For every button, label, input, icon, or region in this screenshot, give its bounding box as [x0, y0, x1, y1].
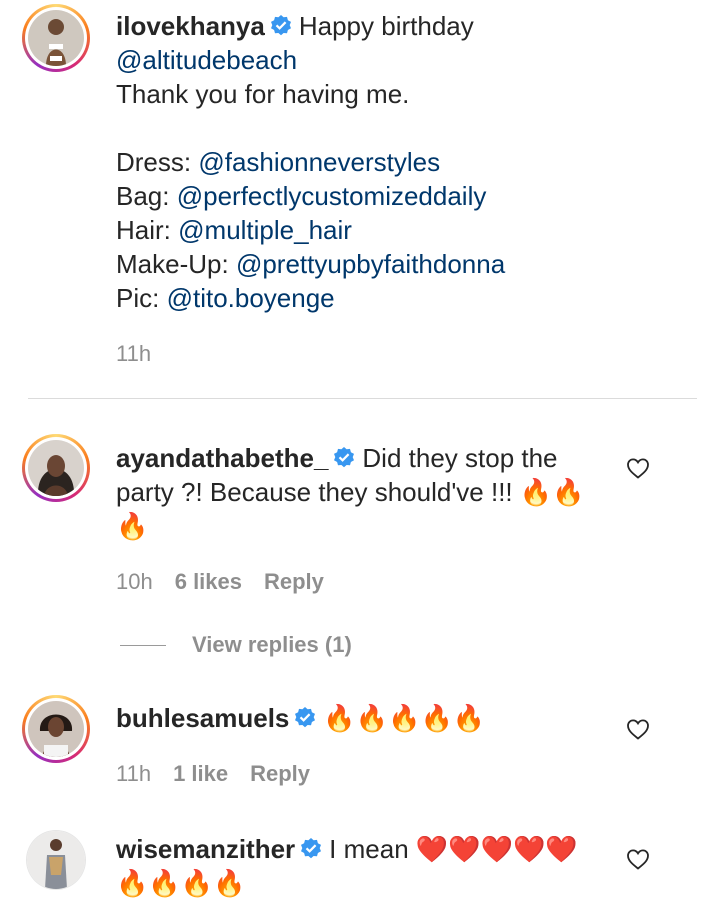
- reply-button[interactable]: Reply: [264, 569, 324, 595]
- reply-button[interactable]: Reply: [250, 761, 310, 787]
- mention-fashionneverstyles[interactable]: @fashionneverstyles: [198, 147, 440, 177]
- username-buhlesamuels[interactable]: buhlesamuels: [116, 703, 289, 733]
- comment-body: buhlesamuels 🔥🔥🔥🔥🔥: [116, 701, 616, 735]
- comment-text: I mean ❤️❤️❤️❤️❤️: [329, 834, 578, 864]
- mention-altitudebeach[interactable]: @altitudebeach: [116, 45, 297, 75]
- avatar-buhlesamuels[interactable]: [22, 695, 90, 763]
- verified-badge-icon: [295, 707, 316, 728]
- mention-tito-boyenge[interactable]: @tito.boyenge: [167, 283, 335, 313]
- timestamp: 10h: [116, 569, 153, 594]
- avatar-ilovekhanya[interactable]: [22, 4, 90, 72]
- replies-line: [120, 644, 166, 646]
- credit-line: Bag: @perfectlycustomizeddaily: [116, 181, 487, 211]
- comment-body: wisemanzither I mean ❤️❤️❤️❤️❤️ 🔥🔥🔥🔥: [116, 832, 616, 900]
- username-ayandathabethe[interactable]: ayandathabethe_: [116, 443, 328, 473]
- mention-multiple-hair[interactable]: @multiple_hair: [178, 215, 352, 245]
- mention-prettyupbyfaithdonna[interactable]: @prettyupbyfaithdonna: [236, 249, 505, 279]
- likes-count[interactable]: 1 like: [173, 761, 228, 787]
- caption-line: Thank you for having me.: [116, 79, 410, 109]
- verified-badge-icon: [301, 838, 322, 859]
- verified-badge-icon: [270, 15, 291, 36]
- caption-text: Happy birthday: [298, 11, 474, 41]
- verified-badge-icon: [334, 447, 355, 468]
- credit-line: Pic: @tito.boyenge: [116, 283, 335, 313]
- comment-text-continued: 🔥: [116, 511, 149, 541]
- divider: [28, 398, 697, 399]
- view-replies-button[interactable]: View replies (1): [120, 632, 352, 658]
- timestamp: 11h: [116, 341, 152, 366]
- credit-line: Hair: @multiple_hair: [116, 215, 352, 245]
- likes-count[interactable]: 6 likes: [175, 569, 242, 595]
- post-meta: 11h: [116, 341, 151, 367]
- timestamp: 11h: [116, 761, 152, 786]
- mention-perfectlycustomizeddaily[interactable]: @perfectlycustomizeddaily: [177, 181, 487, 211]
- avatar-wisemanzither[interactable]: [26, 830, 86, 890]
- username-ilovekhanya[interactable]: ilovekhanya: [116, 11, 265, 41]
- comment-text: 🔥🔥🔥🔥🔥: [323, 703, 486, 733]
- credit-line: Make-Up: @prettyupbyfaithdonna: [116, 249, 506, 279]
- view-replies-label: View replies (1): [192, 632, 352, 657]
- post-caption: ilovekhanya Happy birthday @altitudebeach…: [116, 9, 676, 315]
- heart-outline-icon[interactable]: [626, 457, 650, 479]
- comment-meta: 10h 6 likes Reply: [116, 569, 324, 595]
- avatar-ayandathabethe[interactable]: [22, 434, 90, 502]
- comment-text-continued: 🔥🔥🔥🔥: [116, 868, 246, 898]
- username-wisemanzither[interactable]: wisemanzither: [116, 834, 295, 864]
- comment-meta: 11h 1 like Reply: [116, 761, 310, 787]
- heart-outline-icon[interactable]: [626, 718, 650, 740]
- heart-outline-icon[interactable]: [626, 848, 650, 870]
- comment-body: ayandathabethe_ Did they stop the party ?…: [116, 441, 616, 543]
- credit-line: Dress: @fashionneverstyles: [116, 147, 441, 177]
